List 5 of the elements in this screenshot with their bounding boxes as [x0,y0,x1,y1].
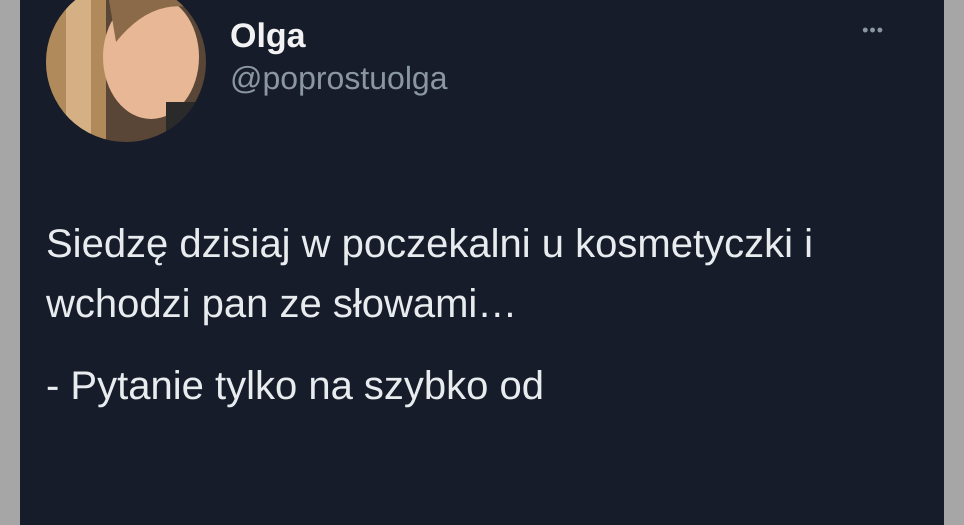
more-button[interactable]: ••• [862,20,884,41]
author-handle: @poprostuolga [230,59,448,98]
tweet-text: - Pytanie tylko na szybko od [46,363,546,410]
tweet-text: Siedzę dzisiaj w poczekalni u kosmetyczki i wchodzi pan ze słowami… [46,221,814,328]
author-name: Olga [230,16,307,56]
